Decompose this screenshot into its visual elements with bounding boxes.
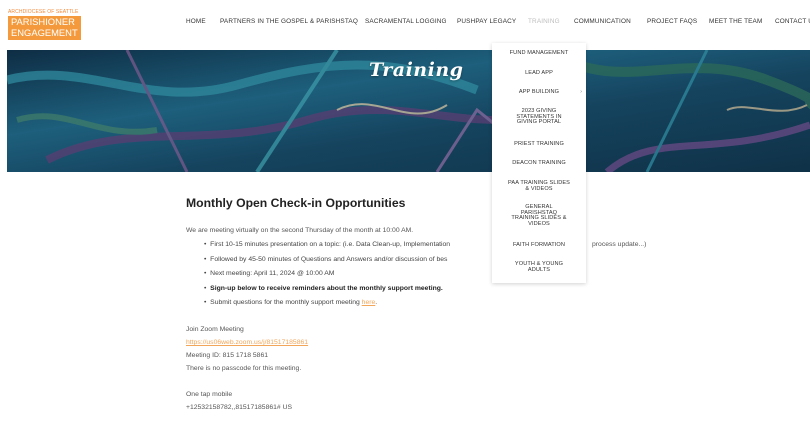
bullet-dot: • [204, 299, 207, 306]
list-item: • Next meeting: April 11, 2024 @ 10:00 A… [204, 270, 334, 277]
dropdown-item-label: PRIEST TRAINING [514, 141, 564, 147]
dropdown-item-general-parishstaq-training[interactable]: GENERAL PARISHSTAQ TRAINING SLIDES & VID… [492, 204, 586, 227]
nav-contact-us[interactable]: CONTACT US [775, 18, 810, 25]
bullet-text: Followed by 45-50 minutes of Questions a… [210, 256, 448, 263]
dropdown-item-2023-giving-statements[interactable]: 2023 GIVING STATEMENTS IN GIVING PORTAL [492, 108, 586, 126]
dropdown-item-lead-app[interactable]: LEAD APP [492, 70, 586, 77]
nav-pushpay-legacy[interactable]: PUSHPAY LEGACY [457, 18, 516, 25]
page-title: Training [369, 59, 464, 81]
nav-training[interactable]: TRAINING [528, 18, 560, 25]
dropdown-item-label: LEAD APP [525, 70, 553, 76]
dropdown-item-label: FAITH FORMATION [512, 242, 566, 248]
training-dropdown-menu: FUND MANAGEMENT LEAD APP APP BUILDING › … [492, 43, 586, 283]
logo-archdiocese-text: ARCHDIOCESE OF SEATTLE [8, 9, 79, 15]
dropdown-item-youth-young-adults[interactable]: YOUTH & YOUNG ADULTS [492, 261, 586, 273]
zoom-meeting-id: Meeting ID: 815 1718 5861 [186, 352, 269, 359]
one-tap-mobile-label: One tap mobile [186, 391, 233, 398]
submit-questions-link[interactable]: here [362, 299, 376, 306]
chevron-right-icon: › [580, 89, 582, 95]
bullet-text-tail: process update...) [592, 241, 647, 248]
dropdown-item-deacon-training[interactable]: DEACON TRAINING [492, 160, 586, 167]
dropdown-item-faith-formation[interactable]: FAITH FORMATION [492, 242, 586, 249]
zoom-meeting-title: Join Zoom Meeting [186, 326, 244, 333]
dropdown-item-label: GIVING PORTAL [516, 119, 562, 125]
zoom-meeting-link[interactable]: https://us06web.zoom.us/j/81517185861 [186, 339, 308, 346]
bullet-text-period: . [375, 299, 378, 306]
dropdown-item-label: ADULTS [527, 266, 551, 273]
nav-sacramental-logging[interactable]: SACRAMENTAL LOGGING [365, 18, 447, 25]
bullet-text: First 10-15 minutes presentation on a to… [210, 241, 451, 248]
list-item: • Submit questions for the monthly suppo… [204, 299, 377, 306]
dropdown-item-label: & VIDEOS [525, 185, 553, 192]
nav-project-faqs[interactable]: PROJECT FAQS [647, 18, 697, 25]
bullet-text: Next meeting: April 11, 2024 @ 10:00 AM [210, 270, 335, 277]
main-navigation: HOME PARTNERS IN THE GOSPEL & PARISHSTAQ… [0, 18, 810, 30]
list-item: • Followed by 45-50 minutes of Questions… [204, 256, 447, 263]
nav-communication[interactable]: COMMUNICATION [574, 18, 631, 25]
bullet-dot: • [204, 285, 207, 292]
dropdown-item-fund-management[interactable]: FUND MANAGEMENT [492, 50, 586, 57]
dropdown-item-label: APP BUILDING [518, 89, 560, 95]
dropdown-item-paa-training-slides[interactable]: PAA TRAINING SLIDES & VIDEOS [492, 180, 586, 192]
bullet-text: Submit questions for the monthly support… [210, 299, 362, 306]
bullet-dot: • [204, 256, 207, 263]
list-item: • Sign-up below to receive reminders abo… [204, 285, 443, 292]
one-tap-phone-number: +12532158782,,81517185861# US [186, 404, 293, 411]
dropdown-item-label: FUND MANAGEMENT [509, 50, 569, 56]
dropdown-item-label: DEACON TRAINING [512, 160, 566, 166]
list-item: • First 10-15 minutes presentation on a … [204, 241, 450, 248]
site-header: ARCHDIOCESE OF SEATTLE PARISHIONER ENGAG… [0, 0, 810, 50]
bullet-dot: • [204, 270, 207, 277]
dropdown-item-priest-training[interactable]: PRIEST TRAINING [492, 141, 586, 148]
hero-banner: Training [7, 50, 810, 172]
bullet-dot: • [204, 241, 207, 248]
section-heading: Monthly Open Check-in Opportunities [186, 196, 406, 210]
nav-home[interactable]: HOME [186, 18, 206, 25]
dropdown-item-app-building[interactable]: APP BUILDING › [492, 89, 586, 96]
meeting-intro-text: We are meeting virtually on the second T… [186, 227, 414, 234]
nav-meet-the-team[interactable]: MEET THE TEAM [709, 18, 762, 25]
nav-partners-in-the-gospel[interactable]: PARTNERS IN THE GOSPEL & PARISHSTAQ [220, 18, 358, 25]
bullet-text-bold: Sign-up below to receive reminders about… [210, 285, 443, 292]
zoom-passcode-note: There is no passcode for this meeting. [186, 365, 302, 372]
dropdown-item-label: VIDEOS [528, 220, 550, 227]
